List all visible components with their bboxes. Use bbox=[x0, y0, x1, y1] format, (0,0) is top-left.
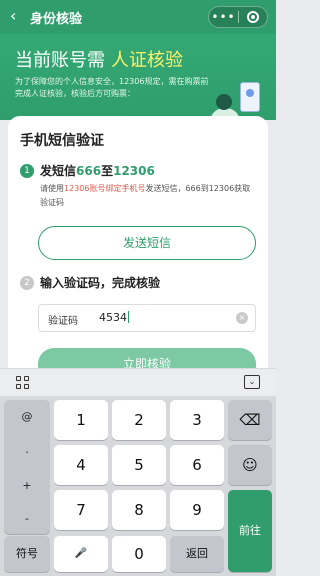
text-caret bbox=[128, 311, 129, 323]
more-icon[interactable]: ••• bbox=[209, 11, 238, 23]
key-5[interactable]: 5 bbox=[112, 445, 166, 485]
key-9[interactable]: 9 bbox=[170, 490, 224, 530]
key-minus[interactable]: - bbox=[4, 512, 50, 525]
symbols-key[interactable]: 符号 bbox=[4, 536, 50, 572]
banner-title: 当前账号需 人证核验 bbox=[15, 46, 183, 72]
code-input[interactable]: 4534 bbox=[99, 311, 129, 324]
sms-verify-card: 手机短信验证 1 发短信666至12306 请使用12306账号绑定手机号发送短… bbox=[8, 116, 268, 380]
step-1-description: 请使用12306账号绑定手机号发送短信，666到12306获取验证码 bbox=[40, 184, 251, 207]
nav-bar: ‹ 身份核验 ••• bbox=[0, 0, 276, 34]
key-at[interactable]: @ bbox=[4, 410, 50, 423]
key-2[interactable]: 2 bbox=[112, 400, 166, 440]
mini-program-capsule: ••• bbox=[208, 6, 268, 28]
key-4[interactable]: 4 bbox=[54, 445, 108, 485]
back-icon[interactable]: ‹ bbox=[10, 7, 16, 25]
key-6[interactable]: 6 bbox=[170, 445, 224, 485]
banner-description: 为了保障您的个人信息安全，12306规定，需在购票前完成人证核验，核验后方可购票… bbox=[15, 77, 209, 98]
clear-input-icon[interactable]: × bbox=[236, 312, 248, 324]
key-dot[interactable]: . bbox=[4, 443, 50, 456]
step-1-title: 发短信666至12306 bbox=[40, 164, 155, 178]
key-3[interactable]: 3 bbox=[170, 400, 224, 440]
send-sms-button[interactable]: 发送短信 bbox=[38, 226, 256, 260]
banner-title-highlight: 人证核验 bbox=[111, 50, 183, 71]
verify-banner: 当前账号需 人证核验 为了保障您的个人信息安全，12306规定，需在购票前完成人证… bbox=[0, 34, 276, 148]
banner-title-prefix: 当前账号需 bbox=[15, 50, 105, 71]
key-1[interactable]: 1 bbox=[54, 400, 108, 440]
microphone-icon[interactable]: 🎤 bbox=[54, 536, 108, 572]
symbol-column[interactable]: @ . + - bbox=[4, 400, 50, 534]
key-plus[interactable]: + bbox=[4, 479, 50, 492]
step-1-badge: 1 bbox=[20, 164, 34, 178]
emoji-key[interactable]: ☺ bbox=[228, 445, 272, 485]
code-label: 验证码 bbox=[48, 316, 78, 327]
key-8[interactable]: 8 bbox=[112, 490, 166, 530]
key-7[interactable]: 7 bbox=[54, 490, 108, 530]
go-key[interactable]: 前往 bbox=[228, 490, 272, 572]
close-miniprogram-icon[interactable] bbox=[239, 11, 267, 23]
key-0[interactable]: 0 bbox=[112, 536, 166, 572]
hide-keyboard-icon[interactable]: ⌄ bbox=[244, 375, 260, 389]
delete-key[interactable]: ⌫ bbox=[228, 400, 272, 440]
keyboard-toolbar: ⌄ bbox=[0, 368, 276, 396]
step-2-badge: 2 bbox=[20, 276, 34, 290]
return-key[interactable]: 返回 bbox=[170, 536, 224, 572]
verification-code-field[interactable]: 验证码 4534 × bbox=[38, 304, 256, 332]
page-title: 身份核验 bbox=[30, 12, 83, 27]
phone-id-icon bbox=[240, 82, 260, 112]
card-title: 手机短信验证 bbox=[20, 133, 104, 149]
keyboard-menu-icon[interactable] bbox=[16, 376, 30, 390]
step-2-title: 输入验证码，完成核验 bbox=[40, 276, 161, 290]
numeric-keyboard: @ . + - 1 2 3 ⌫ 4 5 6 ☺ 7 8 9 前往 符号 🎤 0 … bbox=[0, 396, 276, 576]
